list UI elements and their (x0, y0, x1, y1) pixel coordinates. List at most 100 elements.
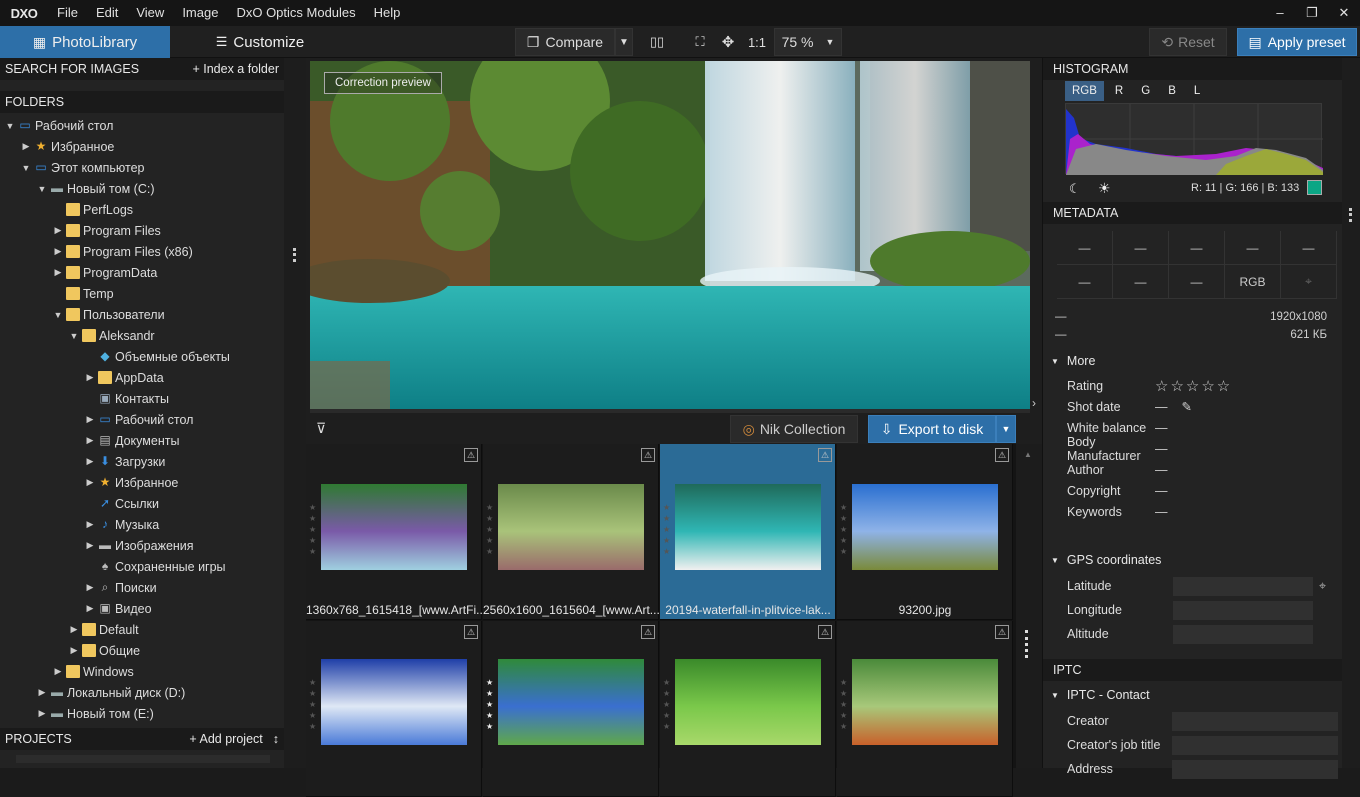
folder-tree-item[interactable]: ▶ ⬇ Загрузки (0, 451, 284, 472)
tab-photolibrary[interactable]: ▦ PhotoLibrary (0, 26, 170, 58)
folder-tree-item[interactable]: ▶ ♪ Музыка (0, 514, 284, 535)
folder-tree-item[interactable]: ▶ ★ Избранное (0, 472, 284, 493)
rating-stars[interactable]: ★ ★ ★ ★ ★ (309, 502, 317, 557)
thumbnail-cell[interactable]: ★ ★ ★ ★ ★ ⚠ (660, 621, 836, 797)
restore-button[interactable]: ❐ (1296, 0, 1328, 26)
gps-input[interactable] (1173, 600, 1313, 620)
gps-input[interactable] (1173, 624, 1313, 644)
folder-tree-item[interactable]: ▶ Program Files (0, 220, 284, 241)
export-dropdown[interactable]: ▼ (996, 415, 1016, 443)
fit-screen-icon[interactable]: ⛶ (688, 28, 712, 56)
rating-stars[interactable]: ★ ★ ★ ★ ★ (663, 677, 671, 732)
zoom-1to1-button[interactable]: 1:1 (744, 28, 770, 56)
folder-tree-item[interactable]: ▼ ▭ Рабочий стол (0, 115, 284, 136)
rating-stars[interactable]: ★ ★ ★ ★ ★ (309, 677, 317, 732)
gps-input[interactable] (1173, 576, 1313, 596)
panel-splitter[interactable] (284, 58, 306, 768)
collapsed-arrow-icon[interactable]: ▶ (84, 372, 96, 383)
thumbnail-cell[interactable]: ★ ★ ★ ★ ★ ⚠ 2560x1600_1615604_[www.Art... (483, 444, 659, 620)
folder-tree-item[interactable]: ▶ ▬ Новый том (E:) (0, 703, 284, 724)
thumbnail-cell[interactable]: ★ ★ ★ ★ ★ ⚠ (306, 621, 482, 797)
close-button[interactable]: ✕ (1328, 0, 1360, 26)
expanded-arrow-icon[interactable]: ▼ (36, 184, 48, 194)
menu-help[interactable]: Help (365, 0, 410, 26)
split-view-icon[interactable]: ▯▯ (644, 28, 670, 56)
thumbnail-cell[interactable]: ★ ★ ★ ★ ★ ⚠ (483, 621, 659, 797)
collapsed-arrow-icon[interactable]: ▶ (84, 540, 96, 551)
folder-tree-item[interactable]: ◆ Объемные объекты (0, 346, 284, 367)
menu-edit[interactable]: Edit (87, 0, 127, 26)
folder-tree-item[interactable]: ▼ ▭ Этот компьютер (0, 157, 284, 178)
iptc-input[interactable] (1172, 735, 1338, 755)
iptc-input[interactable] (1172, 711, 1338, 731)
correction-preview-label[interactable]: Correction preview (324, 72, 442, 94)
iptc-contact-toggle[interactable]: ▼ IPTC - Contact (1043, 683, 1343, 707)
folder-tree-item[interactable]: ▶ ⌕ Поиски (0, 577, 284, 598)
collapsed-arrow-icon[interactable]: ▶ (84, 414, 96, 425)
folder-tree-item[interactable]: ▼ Aleksandr (0, 325, 284, 346)
expanded-arrow-icon[interactable]: ▼ (52, 310, 64, 320)
menu-image[interactable]: Image (173, 0, 227, 26)
collapsed-arrow-icon[interactable]: ▶ (84, 582, 96, 593)
thumbnail-cell[interactable]: ★ ★ ★ ★ ★ ⚠ 1360x768_1615418_[www.ArtFi... (306, 444, 482, 620)
collapsed-arrow-icon[interactable]: ▶ (20, 141, 32, 152)
collapsed-arrow-icon[interactable]: ▶ (52, 267, 64, 278)
rating-stars[interactable]: ★ ★ ★ ★ ★ (840, 502, 848, 557)
channel-g[interactable]: G (1134, 81, 1157, 101)
expanded-arrow-icon[interactable]: ▼ (20, 163, 32, 173)
zoom-select[interactable]: 75 % ▼ (774, 28, 842, 56)
channel-b[interactable]: B (1161, 81, 1183, 101)
highlights-icon[interactable]: ☀ (1098, 180, 1111, 197)
folder-tree-item[interactable]: ▣ Контакты (0, 388, 284, 409)
folder-tree-item[interactable]: ▶ AppData (0, 367, 284, 388)
collapsed-arrow-icon[interactable]: ▶ (68, 624, 80, 635)
folder-tree-item[interactable]: ▶ ★ Избранное (0, 136, 284, 157)
tab-customize[interactable]: ☰ Customize (170, 26, 350, 58)
rating-stars[interactable]: ★ ★ ★ ★ ★ (663, 502, 671, 557)
folder-tree-item[interactable]: ♠ Сохраненные игры (0, 556, 284, 577)
folder-tree-item[interactable]: ▶ ProgramData (0, 262, 284, 283)
preview-scrollbar[interactable] (310, 409, 1030, 413)
collapsed-arrow-icon[interactable]: ▶ (52, 666, 64, 677)
collapsed-arrow-icon[interactable]: ▶ (84, 477, 96, 488)
channel-l[interactable]: L (1187, 81, 1207, 101)
folder-tree-item[interactable]: ▶ ▤ Документы (0, 430, 284, 451)
folder-tree-item[interactable]: ▶ Общие (0, 640, 284, 661)
thumbnail-cell[interactable]: ★ ★ ★ ★ ★ ⚠ 93200.jpg (837, 444, 1013, 620)
folder-tree-item[interactable]: ▶ Default (0, 619, 284, 640)
filter-icon[interactable]: ⊽ (316, 420, 326, 437)
compare-dropdown[interactable]: ▼ (615, 28, 633, 56)
collapsed-arrow-icon[interactable]: ▶ (84, 603, 96, 614)
folder-tree-item[interactable]: ▶ ▭ Рабочий стол (0, 409, 284, 430)
index-folder-button[interactable]: + Index a folder (192, 62, 279, 76)
collapsed-arrow-icon[interactable]: ▶ (36, 708, 48, 719)
export-button[interactable]: ⇩ Export to disk (868, 415, 996, 443)
nik-collection-button[interactable]: ◎ Nik Collection (730, 415, 858, 443)
thumbnail-scrollbar[interactable]: ▲ (1016, 444, 1042, 768)
rating-stars[interactable]: ★ ★ ★ ★ ★ (840, 677, 848, 732)
menu-view[interactable]: View (127, 0, 173, 26)
reset-button[interactable]: ⟲ Reset (1149, 28, 1227, 56)
menu-dxo-optics-modules[interactable]: DxO Optics Modules (227, 0, 364, 26)
rating-stars[interactable]: ★ ★ ★ ★ ★ (486, 502, 494, 557)
collapsed-arrow-icon[interactable]: ▶ (68, 645, 80, 656)
right-splitter[interactable] (1342, 58, 1360, 768)
rating-stars[interactable]: ☆☆☆☆☆ (1155, 377, 1232, 395)
map-pin-icon[interactable]: ⌖ (1319, 579, 1326, 594)
image-preview[interactable]: Correction preview (310, 61, 1030, 409)
folder-tree-item[interactable]: ▼ ▬ Новый том (C:) (0, 178, 284, 199)
collapsed-arrow-icon[interactable]: ▶ (36, 687, 48, 698)
folder-tree-item[interactable]: ▶ Windows (0, 661, 284, 682)
move-icon[interactable]: ✥ (716, 28, 740, 56)
folder-tree-item[interactable]: ▶ ▬ Локальный диск (D:) (0, 682, 284, 703)
chevron-right-icon[interactable]: › (1032, 396, 1036, 410)
folder-tree-item[interactable]: ▶ ▣ Видео (0, 598, 284, 619)
collapsed-arrow-icon[interactable]: ▶ (52, 246, 64, 257)
thumbnail-cell[interactable]: ★ ★ ★ ★ ★ ⚠ 20194-waterfall-in-plitvice-lak... (660, 444, 836, 620)
collapsed-arrow-icon[interactable]: ▶ (84, 456, 96, 467)
expanded-arrow-icon[interactable]: ▼ (4, 121, 16, 131)
more-section-toggle[interactable]: ▼ More (1043, 349, 1343, 373)
collapsed-arrow-icon[interactable]: ▶ (84, 435, 96, 446)
iptc-input[interactable] (1172, 759, 1338, 779)
folder-tree-item[interactable]: ▶ Program Files (x86) (0, 241, 284, 262)
